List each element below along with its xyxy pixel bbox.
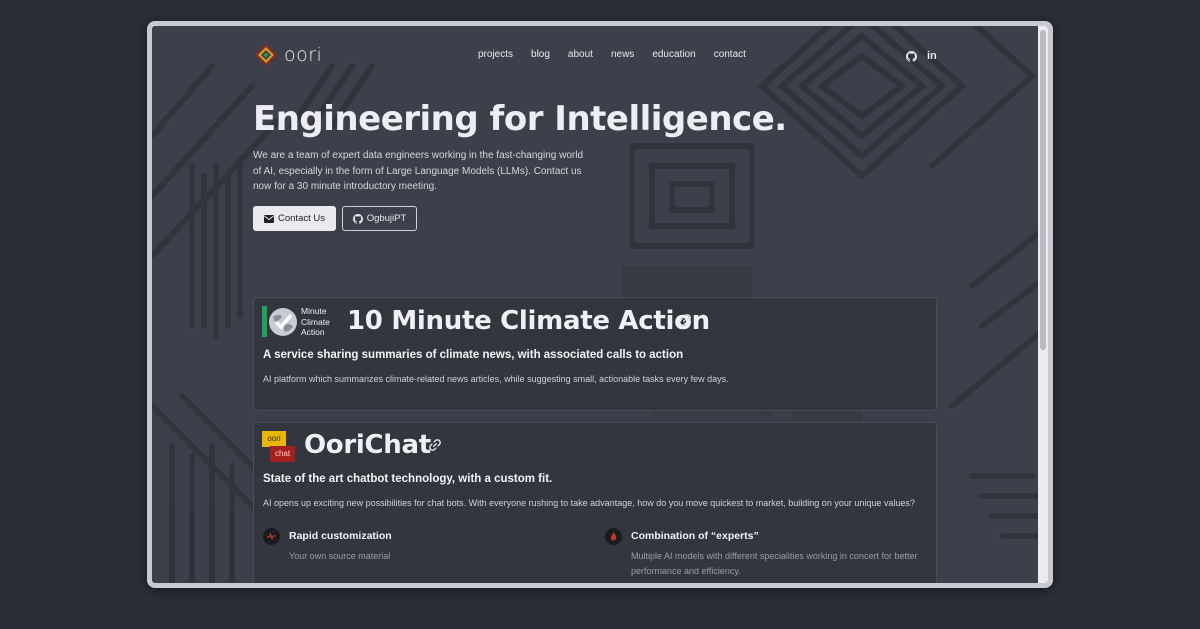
scrollbar[interactable] [1038,26,1048,583]
climate-logo-text: Minute Climate Action [301,306,330,338]
project-card-climate: Minute Climate Action 10 Minute Climate … [253,297,937,411]
nav-contact[interactable]: contact [714,49,746,60]
nav-about[interactable]: about [568,49,593,60]
page-content: oori projects blog about news education … [152,26,1038,583]
pulse-icon [263,528,280,545]
globe-icon [269,308,297,336]
oorichat-logo: oori chat [262,431,296,463]
project-title[interactable]: 10 Minute Climate Action [347,306,710,336]
project-description: AI platform which summarizes climate-rel… [263,374,729,384]
browser-frame: oori projects blog about news education … [147,21,1053,588]
main-nav: projects blog about news education conta… [478,49,764,60]
feature-description: Multiple AI models with different specia… [631,551,918,576]
contact-us-button[interactable]: Contact Us [253,206,336,231]
ogbujipt-button[interactable]: OgbujiPT [342,206,417,231]
project-description: AI opens up exciting new possibilities f… [263,498,915,508]
nav-education[interactable]: education [652,49,695,60]
page-viewport: oori projects blog about news education … [152,26,1048,583]
climate-logo-line: Minute [301,306,327,316]
flame-icon [605,528,622,545]
site-logo[interactable]: oori [254,43,322,67]
scrollbar-thumb[interactable] [1040,30,1046,350]
link-icon[interactable] [428,438,442,452]
social-links: in [906,50,937,62]
nav-blog[interactable]: blog [531,49,550,60]
link-icon[interactable] [678,313,692,327]
climate-logo-bar [262,306,267,337]
feature-title: Combination of “experts” [631,530,759,542]
climate-logo-line: Action [301,327,325,337]
oorichat-logo-top: oori [262,431,286,447]
project-subtitle: A service sharing summaries of climate n… [263,349,684,361]
project-card-oorichat: oori chat OoriChat State of the art chat… [253,422,937,583]
envelope-icon [264,214,274,223]
hero-title: Engineering for Intelligence. [253,99,787,139]
feature-description: Your own source material [289,551,391,561]
project-subtitle: State of the art chatbot technology, wit… [263,473,553,485]
nav-projects[interactable]: projects [478,49,513,60]
oorichat-logo-bottom: chat [270,446,295,462]
brand-name: oori [284,44,323,66]
ogbujipt-label: OgbujiPT [366,213,407,224]
linkedin-icon[interactable]: in [927,50,937,62]
climate-logo-line: Climate [301,316,330,327]
oori-logo-icon [255,44,277,66]
nav-news[interactable]: news [611,49,634,60]
feature-combination-experts: Combination of “experts” Multiple AI mod… [605,528,925,578]
hero-description: We are a team of expert data engineers w… [253,150,583,192]
project-title[interactable]: OoriChat [304,430,431,460]
contact-us-label: Contact Us [278,213,325,224]
github-icon [352,213,363,224]
climate-logo: Minute Climate Action [262,306,340,338]
feature-title: Rapid customization [289,530,392,542]
github-icon[interactable] [906,50,917,62]
feature-rapid-customization: Rapid customization Your own source mate… [263,528,583,578]
